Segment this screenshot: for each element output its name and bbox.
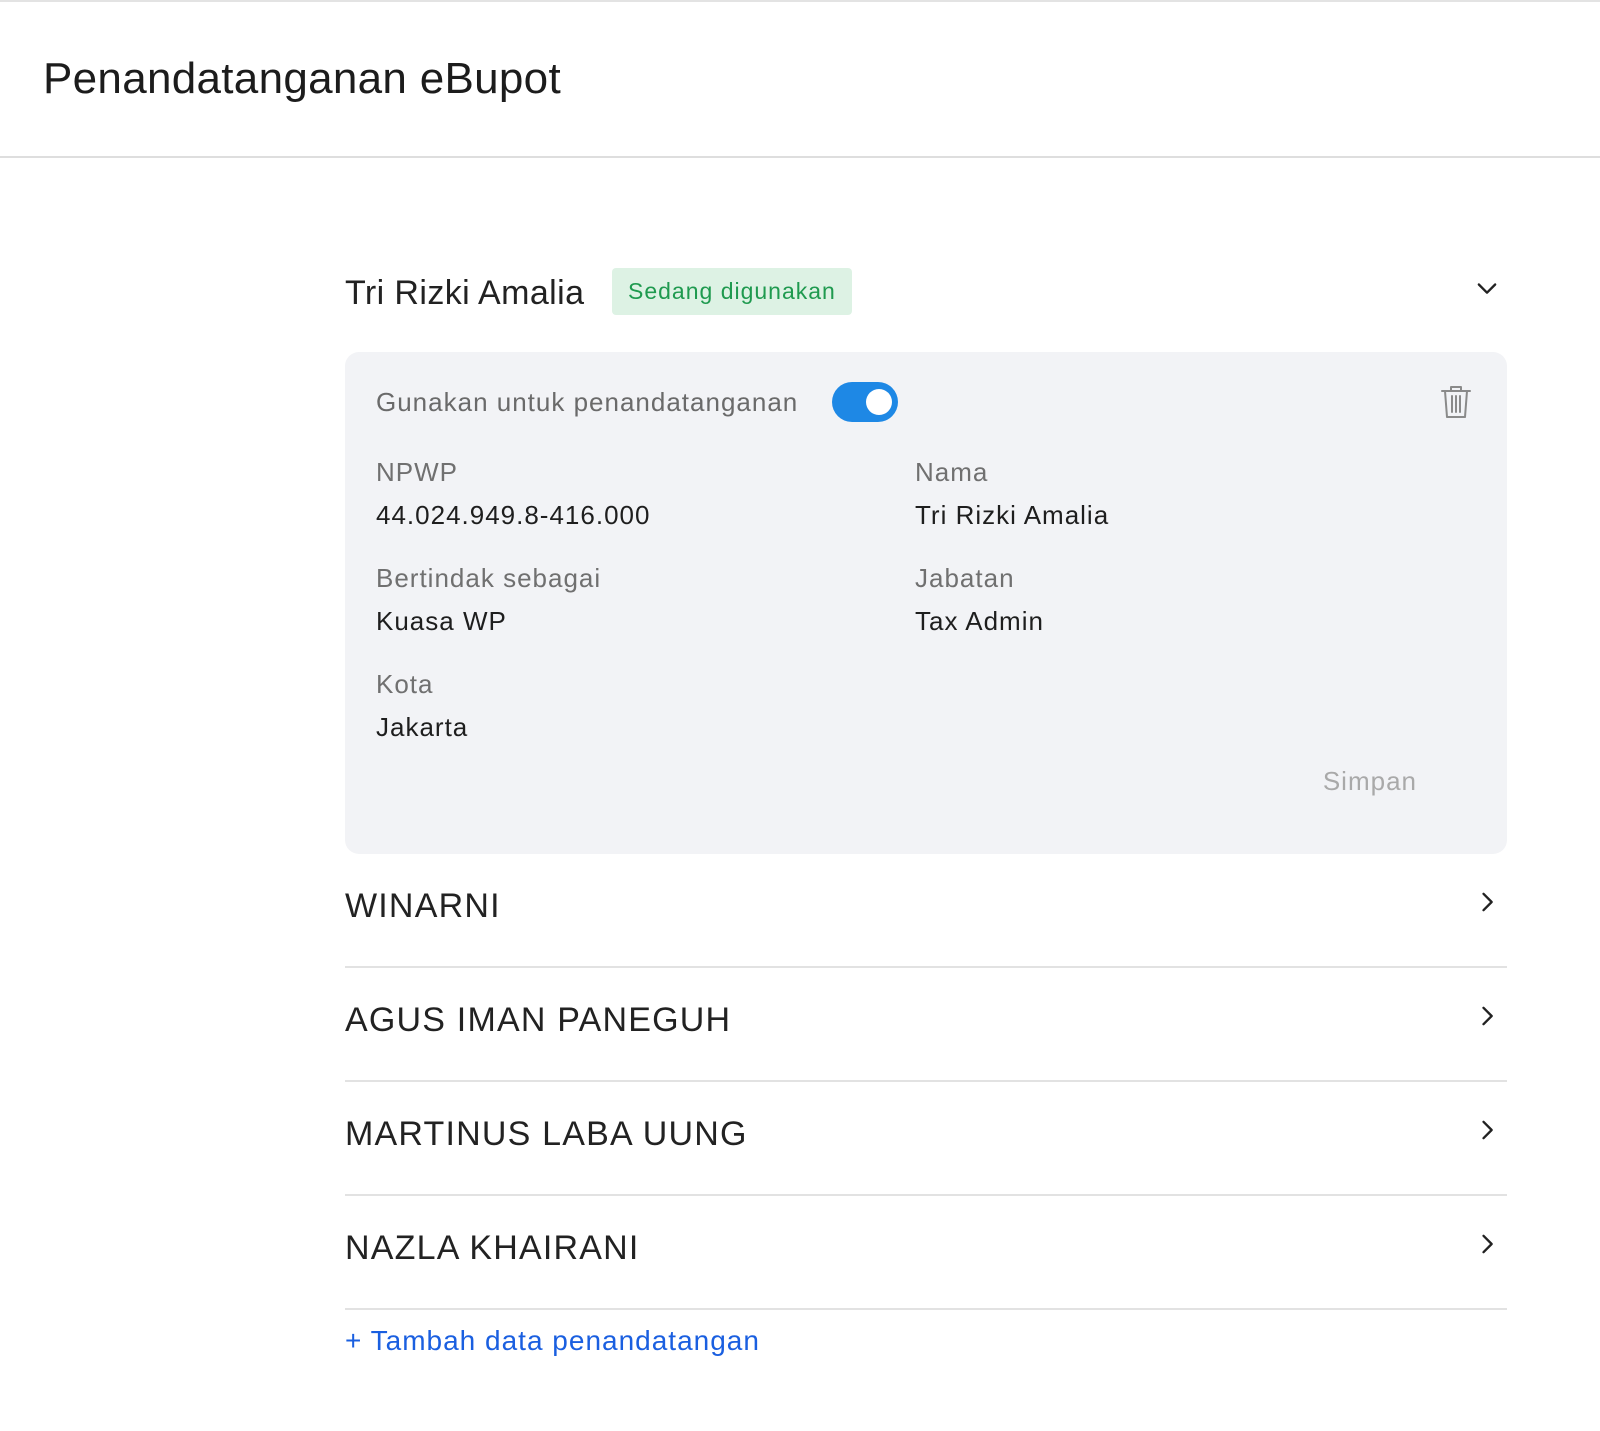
page-header: Penandatanganan eBupot	[0, 2, 1600, 158]
status-badge: Sedang digunakan	[612, 268, 852, 315]
chevron-down-icon[interactable]	[1473, 274, 1501, 302]
use-for-signing-toggle[interactable]	[832, 382, 898, 422]
chevron-right-icon	[1482, 892, 1493, 912]
chevron-right-icon	[1482, 1120, 1493, 1140]
use-for-signing-label: Gunakan untuk penandatanganan	[376, 387, 799, 417]
signer-row-agus-iman-paneguh[interactable]: AGUS IMAN PANEGUH	[345, 968, 1507, 1082]
active-signer-name: Tri Rizki Amalia	[345, 274, 585, 312]
kota-field: Kota Jakarta	[376, 669, 468, 743]
kota-label: Kota	[376, 669, 434, 699]
active-signer-details: Gunakan untuk penandatanganan NPWP 44.02…	[345, 352, 1507, 854]
chevron-right-icon	[1482, 1234, 1493, 1254]
nama-label: Nama	[915, 457, 989, 487]
signer-row-label: WINARNI	[345, 887, 501, 925]
signer-row-label: AGUS IMAN PANEGUH	[345, 1001, 732, 1039]
signer-row-label: MARTINUS LABA UUNG	[345, 1115, 748, 1153]
nama-value: Tri Rizki Amalia	[915, 500, 1110, 530]
role-value: Kuasa WP	[376, 606, 507, 636]
signer-row-winarni[interactable]: WINARNI	[345, 854, 1507, 968]
role-field: Bertindak sebagai Kuasa WP	[376, 563, 601, 637]
jabatan-label: Jabatan	[915, 563, 1015, 593]
signer-row-nazla-khairani[interactable]: NAZLA KHAIRANI	[345, 1196, 1507, 1310]
add-signer-link[interactable]: + Tambah data penandatangan	[345, 1325, 760, 1357]
active-signer-header[interactable]: Tri Rizki Amalia Sedang digunakan	[345, 268, 1507, 318]
role-label: Bertindak sebagai	[376, 563, 602, 593]
jabatan-field: Jabatan Tax Admin	[915, 563, 1044, 637]
chevron-right-icon	[1482, 1006, 1493, 1026]
jabatan-value: Tax Admin	[915, 606, 1044, 636]
toggle-knob	[866, 389, 892, 415]
trash-icon[interactable]	[1439, 384, 1473, 420]
page-title: Penandatanganan eBupot	[43, 54, 561, 103]
nama-field: Nama Tri Rizki Amalia	[915, 457, 1109, 531]
signer-row-label: NAZLA KHAIRANI	[345, 1229, 640, 1267]
npwp-value: 44.024.949.8-416.000	[376, 500, 651, 530]
signer-row-martinus-laba-uung[interactable]: MARTINUS LABA UUNG	[345, 1082, 1507, 1196]
save-button[interactable]: Simpan	[1323, 766, 1417, 797]
npwp-field: NPWP 44.024.949.8-416.000	[376, 457, 650, 531]
kota-value: Jakarta	[376, 712, 469, 742]
npwp-label: NPWP	[376, 457, 458, 487]
